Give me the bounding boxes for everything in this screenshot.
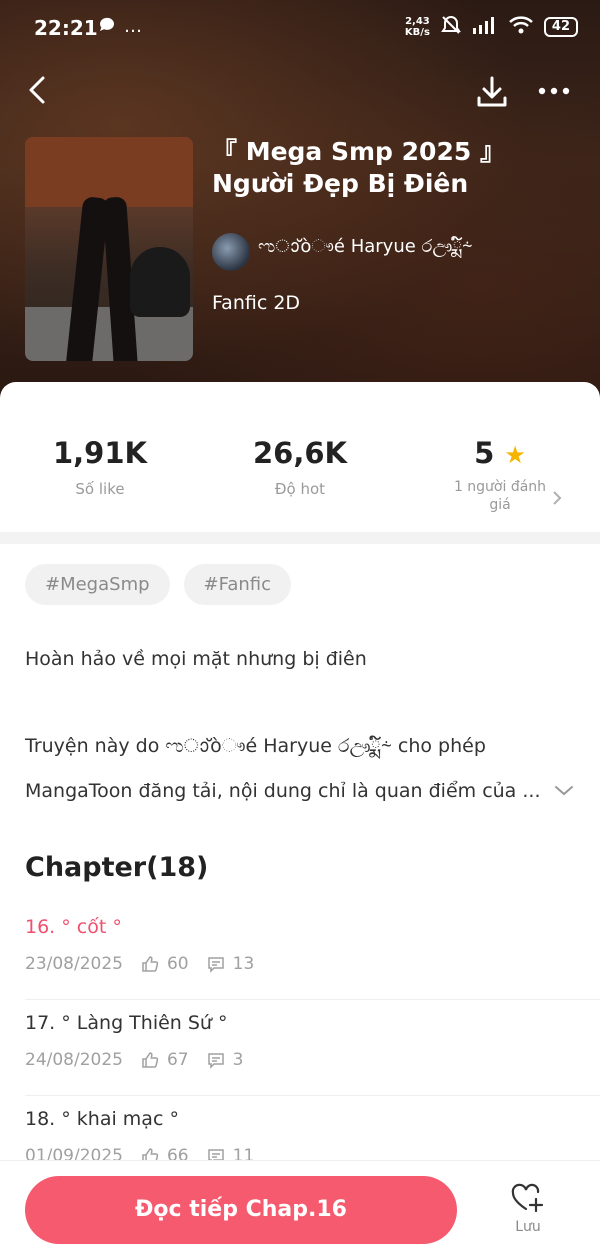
chevron-down-icon — [552, 786, 576, 806]
author-avatar[interactable] — [212, 233, 250, 271]
content-sheet: 1,91K Số like 26,6K Độ hot 5 ★ 1 người đ… — [0, 382, 600, 1252]
author-row[interactable]: ಌാ്òෟé Ηaryue රඌྨ໌⸞ — [212, 227, 473, 277]
chapter-item[interactable]: 17. ° Làng Thiên Sứ ° 24/08/2025 67 3 — [25, 1000, 600, 1096]
comment-icon — [207, 1147, 225, 1160]
chapter-likes-count: 67 — [166, 1050, 189, 1070]
chapter-likes-count: 66 — [166, 1146, 189, 1160]
more-dots-icon — [534, 87, 574, 110]
chapter-title[interactable]: 18. ° khai mạc ° — [25, 1108, 179, 1130]
cover-art-detail — [25, 137, 193, 207]
status-time: 22:21 — [34, 16, 98, 40]
copyright-notice-line1: Truyện này do ಌാ്òෟé Ηaryue රඌྨ໌⸞ cho ph… — [25, 735, 486, 757]
bell-muted-icon — [440, 14, 462, 40]
download-button[interactable] — [474, 74, 510, 110]
hot-label: Độ hot — [274, 480, 326, 498]
chapter-meta: 24/08/2025 67 3 — [25, 1050, 243, 1070]
thumbs-up-icon — [141, 955, 159, 973]
signal-icon — [472, 15, 498, 39]
comment-icon — [207, 1051, 225, 1069]
stats-row: 1,91K Số like 26,6K Độ hot 5 ★ 1 người đ… — [0, 382, 600, 532]
chapter-comments: 3 — [207, 1050, 244, 1070]
chevron-left-icon — [27, 75, 47, 109]
back-button[interactable] — [22, 74, 52, 110]
chapter-list: 16. ° cốt ° 23/08/2025 60 13 17. ° Làng … — [0, 904, 600, 1160]
battery-indicator: 42 — [543, 17, 578, 37]
chapter-title[interactable]: 17. ° Làng Thiên Sứ ° — [25, 1012, 228, 1034]
hot-count: 26,6K — [252, 436, 348, 470]
chapter-title[interactable]: 16. ° cốt ° — [25, 916, 122, 938]
star-icon: ★ — [504, 441, 526, 469]
book-genre: Fanfic 2D — [212, 292, 301, 314]
tag-chip[interactable]: #MegaSmp — [25, 564, 170, 605]
chapter-likes: 66 — [141, 1146, 189, 1160]
net-speed-unit: KB/s — [404, 27, 430, 38]
copyright-notice-line2: MangaToon đăng tải, nội dung chỉ là quan… — [25, 780, 541, 802]
net-speed-value: 2,43 — [405, 16, 430, 27]
stat-rating[interactable]: 5 ★ 1 người đánh giá — [400, 436, 600, 514]
chapter-heading: Chapter(18) — [25, 852, 209, 883]
save-button[interactable]: Lưu — [498, 1183, 558, 1247]
wifi-icon — [508, 15, 534, 39]
rating-label: 1 người đánh giá — [453, 479, 547, 513]
chapter-likes-count: 60 — [166, 954, 189, 974]
rating-value-row: 5 ★ — [400, 436, 600, 470]
status-right-group: 2,43 KB/s 42 — [405, 14, 578, 40]
chat-bubble-icon — [98, 16, 116, 39]
section-divider — [0, 532, 600, 544]
stat-likes: 1,91K Số like — [0, 436, 200, 498]
chapter-date: 24/08/2025 — [25, 1050, 123, 1070]
expand-description-button[interactable] — [552, 778, 576, 802]
stat-hot: 26,6K Độ hot — [200, 436, 400, 498]
chapter-item[interactable]: 16. ° cốt ° 23/08/2025 60 13 — [25, 904, 600, 1000]
chapter-meta: 23/08/2025 60 13 — [25, 954, 254, 974]
tag-list: #MegaSmp #Fanfic — [25, 564, 291, 605]
thumbs-up-icon — [141, 1147, 159, 1160]
rating-value: 5 — [474, 436, 495, 470]
comment-icon — [207, 955, 225, 973]
chevron-right-icon[interactable] — [552, 490, 562, 510]
net-speed: 2,43 KB/s — [405, 16, 430, 38]
chapter-comments-count: 3 — [232, 1050, 244, 1070]
chapter-likes: 60 — [141, 954, 189, 974]
continue-reading-button[interactable]: Đọc tiếp Chap.16 — [25, 1176, 457, 1244]
heart-plus-icon — [511, 1183, 545, 1217]
chapter-likes: 67 — [141, 1050, 189, 1070]
save-label: Lưu — [515, 1219, 541, 1235]
cover-art-detail — [130, 247, 190, 317]
bottom-action-bar: Đọc tiếp Chap.16 Lưu — [0, 1160, 600, 1252]
chapter-comments: 11 — [207, 1146, 255, 1160]
status-extra: … — [124, 16, 142, 37]
chapter-comments: 13 — [207, 954, 255, 974]
book-title: 『 Mega Smp 2025 』 Người Đẹp Bị Điên — [212, 137, 505, 198]
chapter-comments-count: 11 — [232, 1146, 255, 1160]
chapter-date: 23/08/2025 — [25, 954, 123, 974]
book-description: Hoàn hảo về mọi mặt nhưng bị điên — [25, 648, 367, 670]
tag-chip[interactable]: #Fanfic — [183, 564, 291, 605]
likes-count: 1,91K — [52, 436, 148, 470]
status-notification-icons: … — [98, 16, 142, 39]
chapter-comments-count: 13 — [232, 954, 255, 974]
likes-label: Số like — [75, 480, 125, 498]
status-bar: 22:21 … 2,43 KB/s 42 — [0, 0, 600, 54]
download-icon — [474, 76, 510, 114]
chapter-meta: 01/09/2025 66 11 — [25, 1146, 254, 1160]
author-name[interactable]: ಌാ്òෟé Ηaryue රඌྨ໌⸞ — [258, 227, 473, 277]
thumbs-up-icon — [141, 1051, 159, 1069]
chapter-item[interactable]: 18. ° khai mạc ° 01/09/2025 66 11 — [25, 1096, 600, 1160]
more-options-button[interactable] — [534, 76, 574, 106]
chapter-date: 01/09/2025 — [25, 1146, 123, 1160]
book-cover — [25, 137, 193, 361]
